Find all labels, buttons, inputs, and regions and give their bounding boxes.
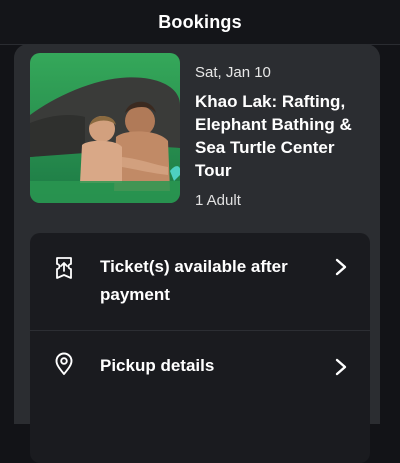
booking-card[interactable]: Sat, Jan 10 Khao Lak: Rafting, Elephant … xyxy=(14,44,380,463)
tickets-label: Ticket(s) available after payment xyxy=(100,257,288,304)
tickets-row[interactable]: Ticket(s) available after payment xyxy=(30,233,370,331)
pickup-details-label: Pickup details xyxy=(100,356,215,375)
page-title: Bookings xyxy=(158,11,242,32)
pickup-details-row[interactable]: Pickup details xyxy=(30,331,370,401)
traveler-count: 1 Adult xyxy=(195,192,241,209)
top-bar: Bookings xyxy=(0,0,400,45)
location-pin-icon xyxy=(52,352,76,376)
booking-actions: Ticket(s) available after payment Pickup… xyxy=(30,233,370,463)
chevron-right-icon xyxy=(334,257,348,277)
tour-title[interactable]: Khao Lak: Rafting, Elephant Bathing & Se… xyxy=(195,90,375,182)
booking-info: Sat, Jan 10 Khao Lak: Rafting, Elephant … xyxy=(195,62,375,212)
ticket-icon xyxy=(52,256,76,280)
booking-date: Sat, Jan 10 xyxy=(195,64,271,81)
tour-photo xyxy=(30,53,180,203)
chevron-right-icon xyxy=(334,357,348,377)
